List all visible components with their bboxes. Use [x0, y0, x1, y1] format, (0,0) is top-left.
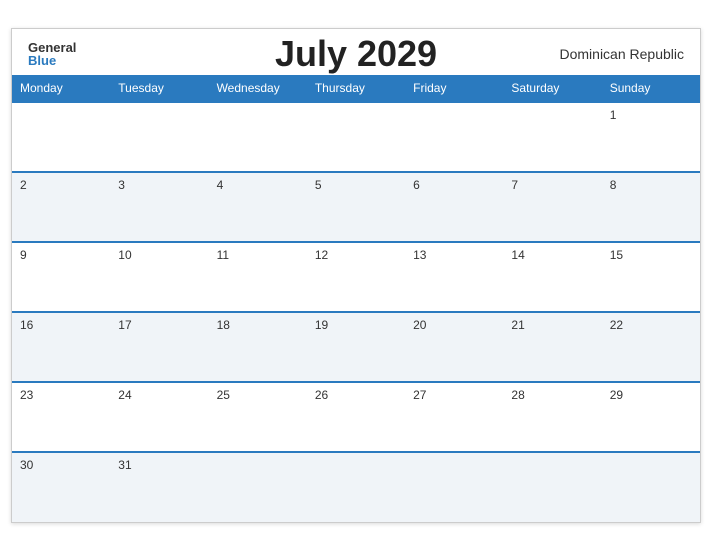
calendar-day-cell [209, 102, 307, 172]
calendar-week-row: 1 [12, 102, 700, 172]
calendar-day-cell: 23 [12, 382, 110, 452]
calendar-day-cell [307, 102, 405, 172]
calendar-day-cell: 15 [602, 242, 700, 312]
calendar-day-cell [602, 452, 700, 522]
day-number: 10 [118, 248, 131, 262]
weekday-row: MondayTuesdayWednesdayThursdayFridaySatu… [12, 75, 700, 102]
day-number: 31 [118, 458, 131, 472]
day-number: 1 [610, 108, 617, 122]
logo: General Blue [28, 41, 76, 67]
calendar-day-cell [12, 102, 110, 172]
calendar-day-cell [405, 452, 503, 522]
calendar-day-cell: 11 [209, 242, 307, 312]
calendar-week-row: 2 3 4 5 6 7 8 [12, 172, 700, 242]
weekday-cell: Friday [405, 75, 503, 102]
calendar-day-cell [209, 452, 307, 522]
calendar-day-cell: 7 [503, 172, 601, 242]
day-number: 7 [511, 178, 518, 192]
day-number: 29 [610, 388, 623, 402]
calendar-day-cell: 31 [110, 452, 208, 522]
calendar-day-cell: 27 [405, 382, 503, 452]
calendar-day-cell: 28 [503, 382, 601, 452]
calendar-day-cell: 26 [307, 382, 405, 452]
day-number: 21 [511, 318, 524, 332]
calendar-day-cell: 1 [602, 102, 700, 172]
day-number: 18 [217, 318, 230, 332]
day-number: 3 [118, 178, 125, 192]
calendar-day-cell [405, 102, 503, 172]
day-number: 28 [511, 388, 524, 402]
day-number: 14 [511, 248, 524, 262]
calendar-day-cell: 24 [110, 382, 208, 452]
day-number: 25 [217, 388, 230, 402]
calendar-day-cell: 6 [405, 172, 503, 242]
day-number: 26 [315, 388, 328, 402]
calendar-day-cell: 25 [209, 382, 307, 452]
day-number: 5 [315, 178, 322, 192]
day-number: 24 [118, 388, 131, 402]
day-number: 23 [20, 388, 33, 402]
calendar-body: 1234567891011121314151617181920212223242… [12, 102, 700, 522]
day-number: 19 [315, 318, 328, 332]
calendar-day-cell: 4 [209, 172, 307, 242]
calendar-day-cell: 13 [405, 242, 503, 312]
day-number: 4 [217, 178, 224, 192]
weekday-cell: Monday [12, 75, 110, 102]
day-number: 27 [413, 388, 426, 402]
calendar-day-cell: 21 [503, 312, 601, 382]
calendar-day-cell: 5 [307, 172, 405, 242]
calendar-week-row: 30 31 [12, 452, 700, 522]
calendar-day-cell: 30 [12, 452, 110, 522]
calendar-week-row: 16 17 18 19 20 21 22 [12, 312, 700, 382]
day-number: 17 [118, 318, 131, 332]
calendar-day-cell: 14 [503, 242, 601, 312]
weekday-cell: Sunday [602, 75, 700, 102]
calendar-day-cell: 22 [602, 312, 700, 382]
day-number: 9 [20, 248, 27, 262]
calendar-container: General Blue July 2029 Dominican Republi… [11, 28, 701, 523]
day-number: 20 [413, 318, 426, 332]
day-number: 30 [20, 458, 33, 472]
calendar-day-cell: 18 [209, 312, 307, 382]
calendar-day-cell [503, 452, 601, 522]
day-number: 16 [20, 318, 33, 332]
calendar-day-cell: 3 [110, 172, 208, 242]
calendar-day-cell: 8 [602, 172, 700, 242]
calendar-day-cell [503, 102, 601, 172]
calendar-week-row: 9 10 11 12 13 14 15 [12, 242, 700, 312]
calendar-day-cell: 17 [110, 312, 208, 382]
calendar-day-cell: 19 [307, 312, 405, 382]
calendar-week-row: 23 24 25 26 27 28 29 [12, 382, 700, 452]
calendar-weekday-header: MondayTuesdayWednesdayThursdayFridaySatu… [12, 75, 700, 102]
logo-general-text: General [28, 41, 76, 54]
weekday-cell: Wednesday [209, 75, 307, 102]
calendar-day-cell: 2 [12, 172, 110, 242]
calendar-grid: MondayTuesdayWednesdayThursdayFridaySatu… [12, 75, 700, 522]
day-number: 6 [413, 178, 420, 192]
weekday-cell: Tuesday [110, 75, 208, 102]
calendar-day-cell: 20 [405, 312, 503, 382]
calendar-day-cell: 10 [110, 242, 208, 312]
weekday-cell: Saturday [503, 75, 601, 102]
calendar-title: July 2029 [275, 33, 437, 75]
day-number: 22 [610, 318, 623, 332]
day-number: 2 [20, 178, 27, 192]
day-number: 8 [610, 178, 617, 192]
calendar-day-cell: 29 [602, 382, 700, 452]
calendar-day-cell [110, 102, 208, 172]
calendar-day-cell: 16 [12, 312, 110, 382]
day-number: 13 [413, 248, 426, 262]
calendar-header: General Blue July 2029 Dominican Republi… [12, 29, 700, 75]
calendar-day-cell: 9 [12, 242, 110, 312]
weekday-cell: Thursday [307, 75, 405, 102]
logo-blue-text: Blue [28, 54, 56, 67]
calendar-day-cell [307, 452, 405, 522]
country-name: Dominican Republic [559, 46, 684, 62]
day-number: 15 [610, 248, 623, 262]
calendar-day-cell: 12 [307, 242, 405, 312]
day-number: 12 [315, 248, 328, 262]
day-number: 11 [217, 248, 229, 262]
